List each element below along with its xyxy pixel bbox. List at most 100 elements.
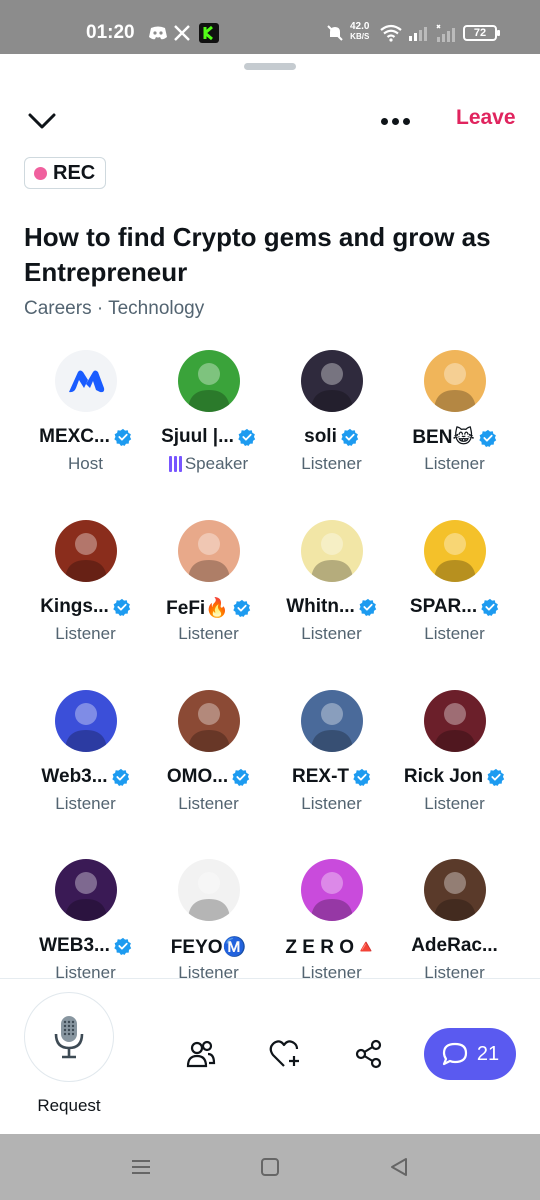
participant-role: Listener <box>24 963 147 983</box>
participant-name-row: soli <box>270 426 393 448</box>
participant-name: Sjuul |... <box>161 426 234 447</box>
participant-role-label: Listener <box>55 624 116 643</box>
rec-label: REC <box>53 161 96 184</box>
verified-badge-icon <box>341 428 359 446</box>
chevron-down-icon[interactable] <box>24 104 60 138</box>
participant-card[interactable]: Sjuul |... Speaker <box>147 350 270 500</box>
participant-role: Listener <box>270 454 393 474</box>
space-header: Leave <box>0 104 540 138</box>
avatar[interactable] <box>301 690 363 752</box>
signal-off-icon <box>436 22 458 44</box>
participant-card[interactable]: Web3... Listener <box>24 690 147 840</box>
dot <box>402 117 410 125</box>
kick-icon <box>199 22 219 44</box>
participant-card[interactable]: FeFi🔥 Listener <box>147 520 270 670</box>
participant-card[interactable]: Whitn... Listener <box>270 520 393 670</box>
participant-name: Rick Jon <box>403 766 484 787</box>
avatar[interactable] <box>178 859 240 921</box>
participant-name-row: Web3... <box>24 766 147 788</box>
participant-name-row: BEN😹 <box>393 426 516 449</box>
share-icon[interactable] <box>352 1037 386 1071</box>
system-nav-bar <box>0 1134 540 1200</box>
participant-card[interactable]: MEXC... Host <box>24 350 147 500</box>
participant-role-label: Listener <box>301 963 362 982</box>
participant-role-label: Host <box>68 454 103 473</box>
avatar[interactable] <box>301 350 363 412</box>
participant-role: Listener <box>270 794 393 814</box>
avatar[interactable] <box>424 690 486 752</box>
battery-icon: 72 <box>463 25 500 41</box>
participant-card[interactable]: soli Listener <box>270 350 393 500</box>
people-icon[interactable] <box>184 1037 218 1071</box>
mute-icon <box>326 22 344 44</box>
participant-card[interactable]: Z E R O🔺 Listener <box>270 859 393 1009</box>
more-options-button[interactable] <box>374 104 416 138</box>
grab-handle[interactable] <box>244 63 296 70</box>
space-title: How to find Crypto gems and grow as Entr… <box>24 222 491 287</box>
participant-name-row: Sjuul |... <box>147 426 270 448</box>
x-icon <box>173 22 191 44</box>
discord-icon <box>148 22 168 44</box>
avatar[interactable] <box>424 859 486 921</box>
microphone-icon <box>54 1016 84 1059</box>
participant-role-label: Listener <box>424 794 485 813</box>
participant-card[interactable]: REX-T Listener <box>270 690 393 840</box>
comment-bubble-icon <box>442 1042 467 1066</box>
participant-role: Listener <box>393 454 516 474</box>
avatar[interactable] <box>424 350 486 412</box>
participant-card[interactable]: Kings... Listener <box>24 520 147 670</box>
verified-badge-icon <box>233 599 251 617</box>
participant-card[interactable]: FEYOⓂ️ Listener <box>147 859 270 1009</box>
avatar[interactable] <box>55 520 117 582</box>
participant-role: Listener <box>147 624 270 644</box>
signal-icon <box>408 22 430 44</box>
avatar[interactable] <box>178 350 240 412</box>
participant-card[interactable]: OMO... Listener <box>147 690 270 840</box>
participant-role: Speaker <box>147 454 270 474</box>
avatar[interactable] <box>55 859 117 921</box>
avatar[interactable] <box>55 690 117 752</box>
participant-name: MEXC... <box>39 426 110 447</box>
avatar[interactable] <box>424 520 486 582</box>
participant-name: REX-T <box>292 766 349 787</box>
participant-card[interactable]: WEB3... Listener <box>24 859 147 1009</box>
leave-button[interactable]: Leave <box>456 106 516 130</box>
rec-dot-icon <box>34 166 47 180</box>
status-bar: 01:20 42.0 KB/S 72 <box>0 0 540 54</box>
participant-card[interactable]: Rick Jon Listener <box>393 690 516 840</box>
verified-badge-icon <box>481 598 499 616</box>
back-icon[interactable] <box>384 1154 414 1180</box>
comments-button[interactable]: 21 <box>424 1028 516 1080</box>
heart-plus-icon[interactable] <box>268 1037 302 1071</box>
avatar[interactable] <box>301 520 363 582</box>
participant-name-row: REX-T <box>270 766 393 788</box>
comment-count: 21 <box>476 1042 500 1065</box>
participant-card[interactable]: SPAR... Listener <box>393 520 516 670</box>
participant-name-row: Z E R O🔺 <box>270 935 393 959</box>
verified-badge-icon <box>353 768 371 786</box>
participant-role: Host <box>24 454 147 474</box>
avatar[interactable] <box>301 859 363 921</box>
space-sheet: Leave REC How to find Crypto gems and gr… <box>0 54 540 1134</box>
home-icon[interactable] <box>255 1154 285 1180</box>
participant-card[interactable]: AdeRac... Listener <box>393 859 516 1009</box>
participant-name-row: FeFi🔥 <box>147 596 270 620</box>
verified-badge-icon <box>114 937 132 955</box>
participant-name-row: SPAR... <box>393 596 516 618</box>
participant-role: Listener <box>24 624 147 644</box>
participant-role: Listener <box>270 963 393 983</box>
avatar[interactable] <box>178 690 240 752</box>
status-time: 01:20 <box>86 22 135 43</box>
request-label: Request <box>37 1096 101 1115</box>
request-mic-button[interactable] <box>24 992 114 1082</box>
verified-badge-icon <box>111 768 129 786</box>
divider <box>0 978 540 979</box>
participant-role-label: Listener <box>424 963 485 982</box>
participant-name: FEYOⓂ️ <box>170 937 247 958</box>
avatar[interactable] <box>55 350 117 412</box>
participant-card[interactable]: BEN😹 Listener <box>393 350 516 500</box>
recents-menu-icon[interactable] <box>126 1154 156 1180</box>
avatar[interactable] <box>178 520 240 582</box>
participant-role: Listener <box>147 963 270 983</box>
participant-name: AdeRac... <box>411 935 498 956</box>
